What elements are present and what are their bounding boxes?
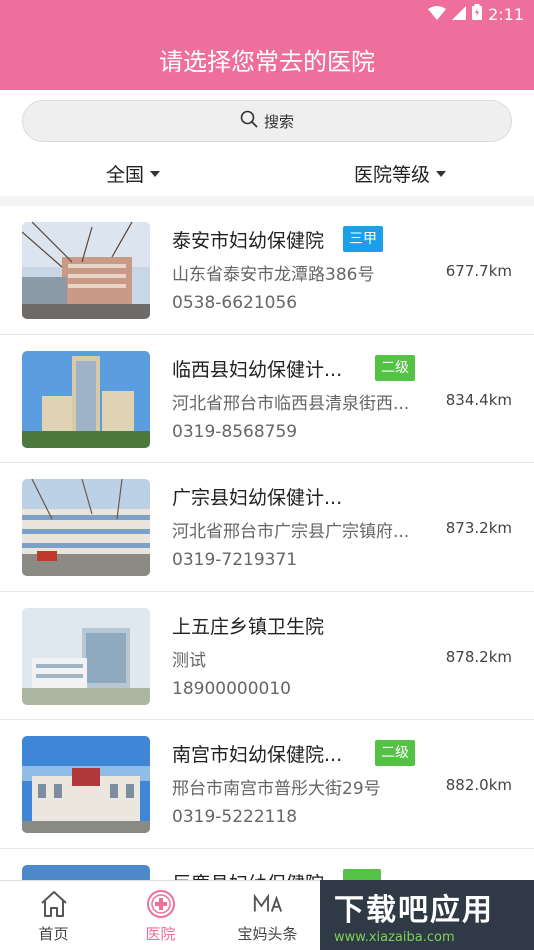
watermark-title: 下载吧应用 [334, 893, 494, 928]
hospital-distance: 873.2km [445, 519, 512, 537]
hospital-photo [22, 479, 150, 576]
hospital-address: 山东省泰安市龙潭路386号 [172, 265, 375, 285]
level-badge [343, 868, 381, 880]
hospital-photo [22, 864, 150, 880]
level-badge: 二级 [375, 740, 415, 766]
hospital-address: 邢台市南宫市普彤大街29号 [172, 779, 381, 799]
status-bar: 2:11 [0, 0, 534, 28]
hospital-photo [22, 736, 150, 833]
hospital-distance: 834.4km [445, 390, 512, 409]
news-icon [252, 888, 284, 920]
watermark: 下载吧应用 www.xiazaiba.com [320, 880, 534, 950]
watermark-url: www.xiazaiba.com [334, 930, 455, 945]
hospital-phone: 0319-5222118 [172, 807, 298, 827]
tab-news-label: 宝妈头条 [237, 925, 298, 943]
hospital-row[interactable]: 巨鹿县妇幼保健院 [0, 849, 534, 881]
search-input[interactable]: 搜索 [22, 100, 512, 142]
search-icon [240, 110, 258, 132]
search-label: 搜索 [263, 112, 294, 131]
region-filter[interactable]: 全国 [106, 160, 161, 187]
hospital-photo [22, 607, 150, 705]
hospital-photo [22, 222, 150, 319]
medical-cross-icon [145, 888, 177, 920]
hospital-distance: 882.0km [445, 776, 512, 794]
battery-icon [472, 4, 483, 24]
hospital-name: 临西县妇幼保健计... [172, 358, 343, 381]
level-badge: 二级 [375, 354, 415, 381]
wifi-icon [428, 5, 447, 24]
hospital-name: 广宗县妇幼保健计... [172, 487, 343, 509]
hospital-name: 泰安市妇幼保健院 [172, 230, 325, 252]
tab-hospital-label: 医院 [145, 925, 176, 943]
level-filter[interactable]: 医院等级 [354, 160, 447, 187]
hospital-phone: 0538-6621056 [172, 293, 298, 313]
hospital-address: 河北省邢台市临西县清泉街西... [172, 393, 410, 414]
hospital-distance: 878.2km [445, 647, 512, 666]
level-badge: 三甲 [343, 226, 383, 252]
filter-bar: 全国 医院等级 [0, 152, 534, 196]
hospital-row[interactable]: 泰安市妇幼保健院 三甲 山东省泰安市龙潭路386号 0538-6621056 6… [0, 206, 534, 335]
hospital-name: 南宫市妇幼保健院... [172, 744, 343, 766]
level-filter-label: 医院等级 [354, 164, 431, 186]
tab-home-label: 首页 [38, 925, 69, 943]
hospital-row[interactable]: 上五庄乡镇卫生院 测试 18900000010 878.2km [0, 592, 534, 720]
hospital-phone: 0319-7219371 [172, 550, 298, 570]
hospital-photo [22, 350, 150, 448]
signal-icon [452, 5, 467, 24]
status-time: 2:11 [488, 4, 524, 24]
home-icon [38, 888, 70, 920]
hospital-address: 河北省邢台市广宗县广宗镇府... [172, 522, 410, 542]
tab-hospital[interactable]: 医院 [107, 881, 214, 950]
region-filter-label: 全国 [106, 164, 145, 186]
hospital-distance: 677.7km [445, 262, 512, 280]
hospital-name: 巨鹿县妇幼保健院 [172, 869, 324, 881]
caret-down-icon [436, 170, 447, 177]
hospital-address: 测试 [172, 650, 206, 671]
hospital-list: 泰安市妇幼保健院 三甲 山东省泰安市龙潭路386号 0538-6621056 6… [0, 206, 534, 880]
hospital-phone: 0319-8568759 [172, 421, 298, 442]
hospital-name: 上五庄乡镇卫生院 [172, 615, 325, 638]
hospital-row[interactable]: 临西县妇幼保健计... 二级 河北省邢台市临西县清泉街西... 0319-856… [0, 335, 534, 463]
search-area: 搜索 [0, 90, 534, 152]
tab-home[interactable]: 首页 [0, 881, 107, 950]
page-title: 请选择您常去的医院 [0, 28, 534, 90]
caret-down-icon [150, 170, 161, 177]
hospital-row[interactable]: 广宗县妇幼保健计... 河北省邢台市广宗县广宗镇府... 0319-721937… [0, 463, 534, 592]
tab-news[interactable]: 宝妈头条 [214, 881, 321, 950]
hospital-phone: 18900000010 [172, 678, 291, 699]
hospital-row[interactable]: 南宫市妇幼保健院... 二级 邢台市南宫市普彤大街29号 0319-522211… [0, 720, 534, 849]
